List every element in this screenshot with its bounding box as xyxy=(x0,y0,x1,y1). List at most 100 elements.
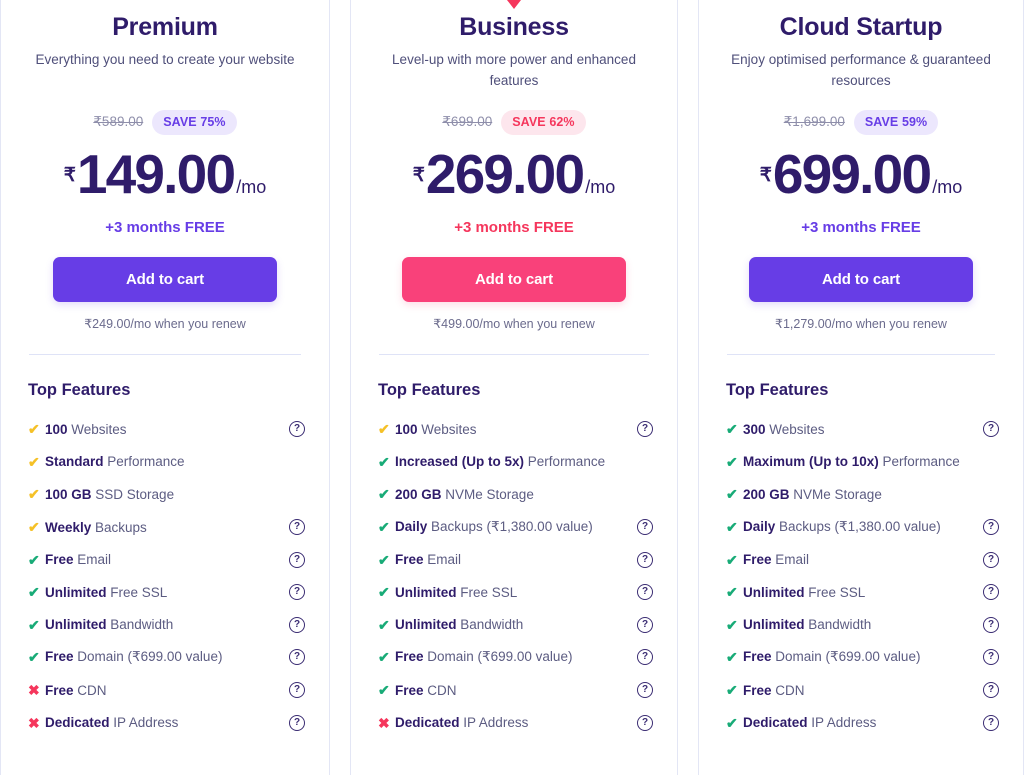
renewal-price-note: ₹249.00/mo when you renew xyxy=(84,317,246,331)
check-icon: ✔ xyxy=(378,486,390,503)
help-tooltip-icon[interactable]: ? xyxy=(289,649,305,666)
feature-lead-value: Free xyxy=(395,682,424,698)
check-icon: ✔ xyxy=(726,421,738,438)
add-to-cart-button[interactable]: Add to cart xyxy=(53,257,277,302)
price-amount: 269.00 xyxy=(425,143,585,205)
plan-description: Everything you need to create your websi… xyxy=(35,52,295,67)
price-amount: 149.00 xyxy=(76,143,236,205)
help-tooltip-icon[interactable]: ? xyxy=(289,421,305,438)
price-amount: 699.00 xyxy=(772,143,932,205)
features-list: ✔ 100 Websites? ✔ Standard Performance? ✔ 100… xyxy=(23,413,307,739)
old-price: ₹1,699.00 xyxy=(783,114,845,129)
feature-row: ✔ Free Domain (₹699.00 value)? xyxy=(726,641,1001,674)
feature-label: Free Email xyxy=(743,552,983,567)
help-tooltip-icon[interactable]: ? xyxy=(637,551,653,568)
current-price: ₹149.00/mo xyxy=(23,147,307,202)
feature-rest-text: Domain (₹699.00 value) xyxy=(73,649,223,665)
feature-row: ✔ Unlimited Free SSL? xyxy=(726,576,1001,609)
feature-label: Maximum (Up to 10x) Performance xyxy=(743,454,983,469)
current-price: ₹699.00/mo xyxy=(721,147,1001,202)
add-to-cart-button[interactable]: Add to cart xyxy=(402,257,626,302)
help-tooltip-icon[interactable]: ? xyxy=(637,584,653,601)
help-tooltip-icon[interactable]: ? xyxy=(983,616,999,633)
help-tooltip-icon[interactable]: ? xyxy=(983,714,999,731)
check-icon: ✔ xyxy=(378,421,390,438)
plan-description: Enjoy optimised performance & guaranteed… xyxy=(731,52,991,88)
feature-row: ✔ Free CDN? xyxy=(378,674,655,707)
help-tooltip-icon[interactable]: ? xyxy=(637,682,653,699)
help-tooltip-icon[interactable]: ? xyxy=(983,649,999,666)
feature-lead-value: Maximum (Up to 10x) xyxy=(743,454,879,470)
feature-row: ✔200 GB NVMe Storage? xyxy=(726,478,1001,511)
help-tooltip-icon[interactable]: ? xyxy=(637,421,653,438)
feature-row: ✔ Free Domain (₹699.00 value)? xyxy=(28,641,307,674)
help-tooltip-icon[interactable]: ? xyxy=(289,682,305,699)
plan-name: Premium xyxy=(112,13,218,41)
feature-rest-text: Performance xyxy=(878,454,960,470)
plan-description: Level-up with more power and enhanced fe… xyxy=(392,52,636,88)
help-tooltip-icon[interactable]: ? xyxy=(289,584,305,601)
feature-lead-value: Dedicated xyxy=(743,715,808,731)
help-tooltip-icon[interactable]: ? xyxy=(637,616,653,633)
help-tooltip-icon[interactable]: ? xyxy=(983,682,999,699)
help-tooltip-icon[interactable]: ? xyxy=(983,421,999,438)
check-icon: ✔ xyxy=(378,682,390,699)
help-tooltip-icon[interactable]: ? xyxy=(289,551,305,568)
add-to-cart-button[interactable]: Add to cart xyxy=(749,257,973,302)
plan-card-premium: Premium Everything you need to create you… xyxy=(0,0,330,775)
plan-card-business: Business Level-up with more power and enh… xyxy=(350,0,678,775)
section-divider xyxy=(29,354,301,355)
currency-symbol: ₹ xyxy=(759,165,772,186)
check-icon: ✔ xyxy=(28,551,40,568)
check-icon: ✔ xyxy=(378,551,390,568)
cross-icon: ✖ xyxy=(28,714,40,731)
feature-label: Free Email xyxy=(395,552,637,567)
feature-row: ✔ Unlimited Bandwidth? xyxy=(378,609,655,642)
feature-row: ✔ Free Domain (₹699.00 value)? xyxy=(378,641,655,674)
feature-rest-text: Bandwidth xyxy=(106,617,174,633)
feature-rest-text: Websites xyxy=(417,421,477,437)
check-icon: ✔ xyxy=(28,616,40,633)
save-badge: SAVE 62% xyxy=(501,109,586,135)
check-icon: ✔ xyxy=(378,584,390,601)
feature-lead-value: Dedicated xyxy=(395,715,460,731)
help-tooltip-icon[interactable]: ? xyxy=(637,714,653,731)
help-tooltip-icon[interactable]: ? xyxy=(637,519,653,536)
check-icon: ✔ xyxy=(378,649,390,666)
price-period: /mo xyxy=(236,177,267,197)
feature-lead-value: 100 xyxy=(45,421,68,437)
help-tooltip-icon[interactable]: ? xyxy=(983,519,999,536)
feature-rest-text: Free SSL xyxy=(106,584,168,600)
feature-lead-value: Free xyxy=(45,682,74,698)
feature-rest-text: NVMe Storage xyxy=(441,486,534,502)
feature-row: ✔ Unlimited Bandwidth? xyxy=(726,609,1001,642)
help-tooltip-icon[interactable]: ? xyxy=(983,584,999,601)
feature-row: ✔Maximum (Up to 10x) Performance? xyxy=(726,446,1001,479)
feature-lead-value: 100 xyxy=(395,421,418,437)
top-features-heading: Top Features xyxy=(378,381,481,399)
feature-rest-text: Bandwidth xyxy=(456,617,524,633)
feature-rest-text: SSD Storage xyxy=(91,486,175,502)
help-tooltip-icon[interactable]: ? xyxy=(289,519,305,536)
check-icon: ✔ xyxy=(28,649,40,666)
feature-label: Dedicated IP Address xyxy=(743,715,983,730)
feature-rest-text: Domain (₹699.00 value) xyxy=(423,649,573,665)
feature-rest-text: IP Address xyxy=(109,715,179,731)
help-tooltip-icon[interactable]: ? xyxy=(983,551,999,568)
cross-icon: ✖ xyxy=(28,682,40,699)
help-tooltip-icon[interactable]: ? xyxy=(637,649,653,666)
currency-symbol: ₹ xyxy=(63,165,76,186)
help-tooltip-icon[interactable]: ? xyxy=(289,616,305,633)
feature-lead-value: Free xyxy=(45,552,74,568)
feature-label: Dedicated IP Address xyxy=(45,715,289,730)
feature-label: 100 Websites xyxy=(395,422,637,437)
feature-lead-value: 200 GB xyxy=(743,486,790,502)
check-icon: ✔ xyxy=(726,714,738,731)
feature-row: ✔200 GB NVMe Storage? xyxy=(378,478,655,511)
feature-label: 300 Websites xyxy=(743,422,983,437)
feature-row: ✔Standard Performance? xyxy=(28,446,307,479)
features-list: ✔ 300 Websites? ✔ Maximum (Up to 10x) Perfo… xyxy=(721,413,1001,739)
help-tooltip-icon[interactable]: ? xyxy=(289,714,305,731)
save-badge: SAVE 75% xyxy=(152,109,237,135)
feature-rest-text: Websites xyxy=(765,421,825,437)
